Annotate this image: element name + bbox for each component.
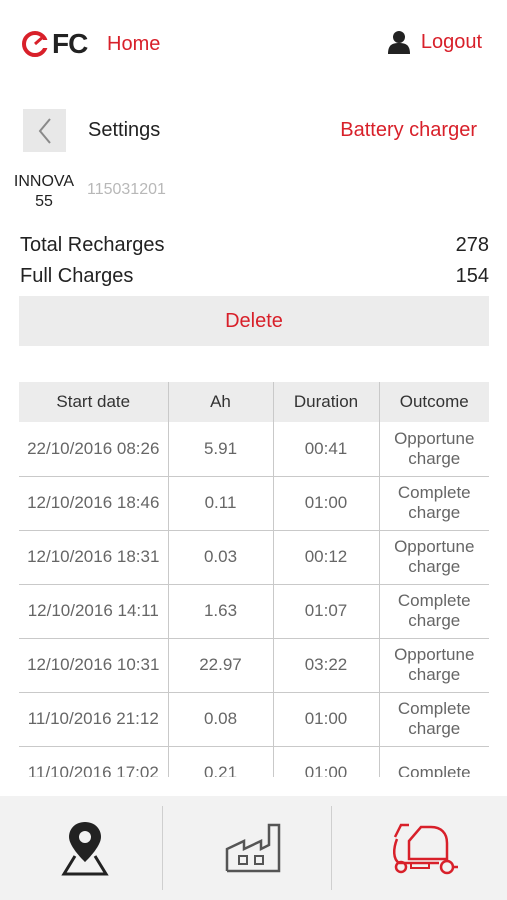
cell-start-date: 11/10/2016 21:12 bbox=[19, 692, 168, 747]
outcome-line1: Complete bbox=[397, 699, 471, 718]
outcome-line1: Complete bbox=[397, 591, 471, 610]
logo-text: FC bbox=[52, 28, 88, 59]
column-header-duration: Duration bbox=[272, 382, 379, 422]
chevron-left-icon bbox=[38, 117, 51, 144]
cell-start-date: 12/10/2016 18:31 bbox=[19, 530, 168, 585]
nav-machine[interactable] bbox=[338, 796, 507, 900]
device-model-line1: INNOVA bbox=[13, 173, 75, 190]
cell-start-date: 11/10/2016 17:02 bbox=[19, 746, 168, 777]
table-row: 12/10/2016 18:46 0.11 01:00 Complete char… bbox=[19, 476, 489, 531]
cell-ah: 5.91 bbox=[167, 422, 273, 477]
settings-label: Settings bbox=[88, 119, 161, 141]
cell-outcome: Complete charge bbox=[378, 584, 489, 639]
cell-duration: 01:00 bbox=[272, 746, 379, 777]
cell-outcome: Complete charge bbox=[378, 476, 489, 531]
scrubber-machine-icon bbox=[392, 823, 458, 875]
outcome-line1: Complete bbox=[397, 483, 471, 502]
logo-mark-icon bbox=[22, 31, 49, 57]
cell-ah: 0.08 bbox=[167, 692, 273, 747]
logo: FC bbox=[20, 26, 88, 62]
cell-duration: 00:41 bbox=[272, 422, 379, 477]
cell-ah: 0.11 bbox=[167, 476, 273, 531]
outcome-line2: charge bbox=[408, 448, 461, 468]
bottom-nav bbox=[0, 796, 507, 900]
nav-factory[interactable] bbox=[169, 796, 338, 900]
nav-divider bbox=[331, 806, 332, 890]
cell-ah: 1.63 bbox=[167, 584, 273, 639]
user-icon bbox=[387, 31, 410, 54]
stat-value: 278 bbox=[455, 234, 489, 256]
page-title: Battery charger bbox=[340, 119, 477, 141]
cell-start-date: 12/10/2016 14:11 bbox=[19, 584, 168, 639]
outcome-line2: charge bbox=[408, 557, 461, 576]
table-row: 22/10/2016 08:26 5.91 00:41 Opportune cha… bbox=[19, 422, 489, 477]
cell-duration: 00:12 bbox=[272, 530, 379, 585]
stat-total-recharges: Total Recharges 278 bbox=[20, 234, 489, 257]
cell-ah: 22.97 bbox=[167, 638, 273, 693]
logout-button[interactable]: Logout bbox=[387, 30, 482, 54]
logout-label: Logout bbox=[420, 30, 482, 53]
nav-map[interactable] bbox=[0, 796, 169, 900]
charges-table[interactable]: Start date Ah Duration Outcome 22/10/201… bbox=[19, 382, 489, 777]
outcome-line2: charge bbox=[408, 665, 461, 684]
table-row: 11/10/2016 17:02 0.21 01:00 Complete bbox=[19, 746, 489, 777]
cell-duration: 03:22 bbox=[272, 638, 379, 693]
nav-divider bbox=[162, 806, 163, 890]
home-link[interactable]: Home bbox=[107, 33, 160, 56]
map-pin-icon bbox=[60, 822, 109, 876]
column-header-start-date: Start date bbox=[19, 382, 168, 422]
table-row: 12/10/2016 14:11 1.63 01:07 Complete char… bbox=[19, 584, 489, 639]
cell-outcome: Opportune charge bbox=[378, 638, 489, 693]
table-row: 11/10/2016 21:12 0.08 01:00 Complete char… bbox=[19, 692, 489, 747]
outcome-line1: Opportune bbox=[394, 645, 475, 664]
column-header-ah: Ah bbox=[167, 382, 273, 422]
stat-label: Total Recharges bbox=[20, 234, 165, 256]
column-header-outcome: Outcome bbox=[378, 382, 489, 422]
outcome-line2: charge bbox=[408, 503, 461, 522]
outcome-line1: Opportune bbox=[394, 537, 475, 556]
stat-value: 154 bbox=[455, 265, 489, 287]
cell-ah: 0.03 bbox=[167, 530, 273, 585]
cell-ah: 0.21 bbox=[167, 746, 273, 777]
table-row: 12/10/2016 18:31 0.03 00:12 Opportune cha… bbox=[19, 530, 489, 585]
cell-duration: 01:00 bbox=[272, 476, 379, 531]
table-header-row: Start date Ah Duration Outcome bbox=[19, 382, 489, 422]
cell-start-date: 22/10/2016 08:26 bbox=[19, 422, 168, 477]
outcome-line1: Opportune bbox=[394, 428, 475, 448]
table-row: 12/10/2016 10:31 22.97 03:22 Opportune ch… bbox=[19, 638, 489, 693]
cell-start-date: 12/10/2016 18:46 bbox=[19, 476, 168, 531]
back-button[interactable] bbox=[23, 109, 66, 152]
cell-outcome: Complete charge bbox=[378, 692, 489, 747]
stat-label: Full Charges bbox=[20, 265, 134, 287]
cell-duration: 01:07 bbox=[272, 584, 379, 639]
device-serial: 115031201 bbox=[87, 181, 166, 198]
cell-outcome: Opportune charge bbox=[378, 530, 489, 585]
stat-full-charges: Full Charges 154 bbox=[20, 265, 489, 288]
outcome-line2: charge bbox=[408, 719, 461, 738]
cell-start-date: 12/10/2016 10:31 bbox=[19, 638, 168, 693]
outcome-line2: charge bbox=[408, 611, 461, 630]
cell-outcome: Opportune charge bbox=[378, 422, 489, 477]
top-bar: FC Home Logout bbox=[0, 0, 507, 90]
device-model-line2: 55 bbox=[35, 193, 53, 210]
delete-button[interactable]: Delete bbox=[19, 296, 489, 346]
cell-outcome: Complete bbox=[378, 746, 489, 777]
cell-duration: 01:00 bbox=[272, 692, 379, 747]
device-model: INNOVA 55 bbox=[10, 172, 78, 212]
factory-icon bbox=[225, 823, 280, 873]
outcome-line1: Complete bbox=[397, 763, 471, 777]
